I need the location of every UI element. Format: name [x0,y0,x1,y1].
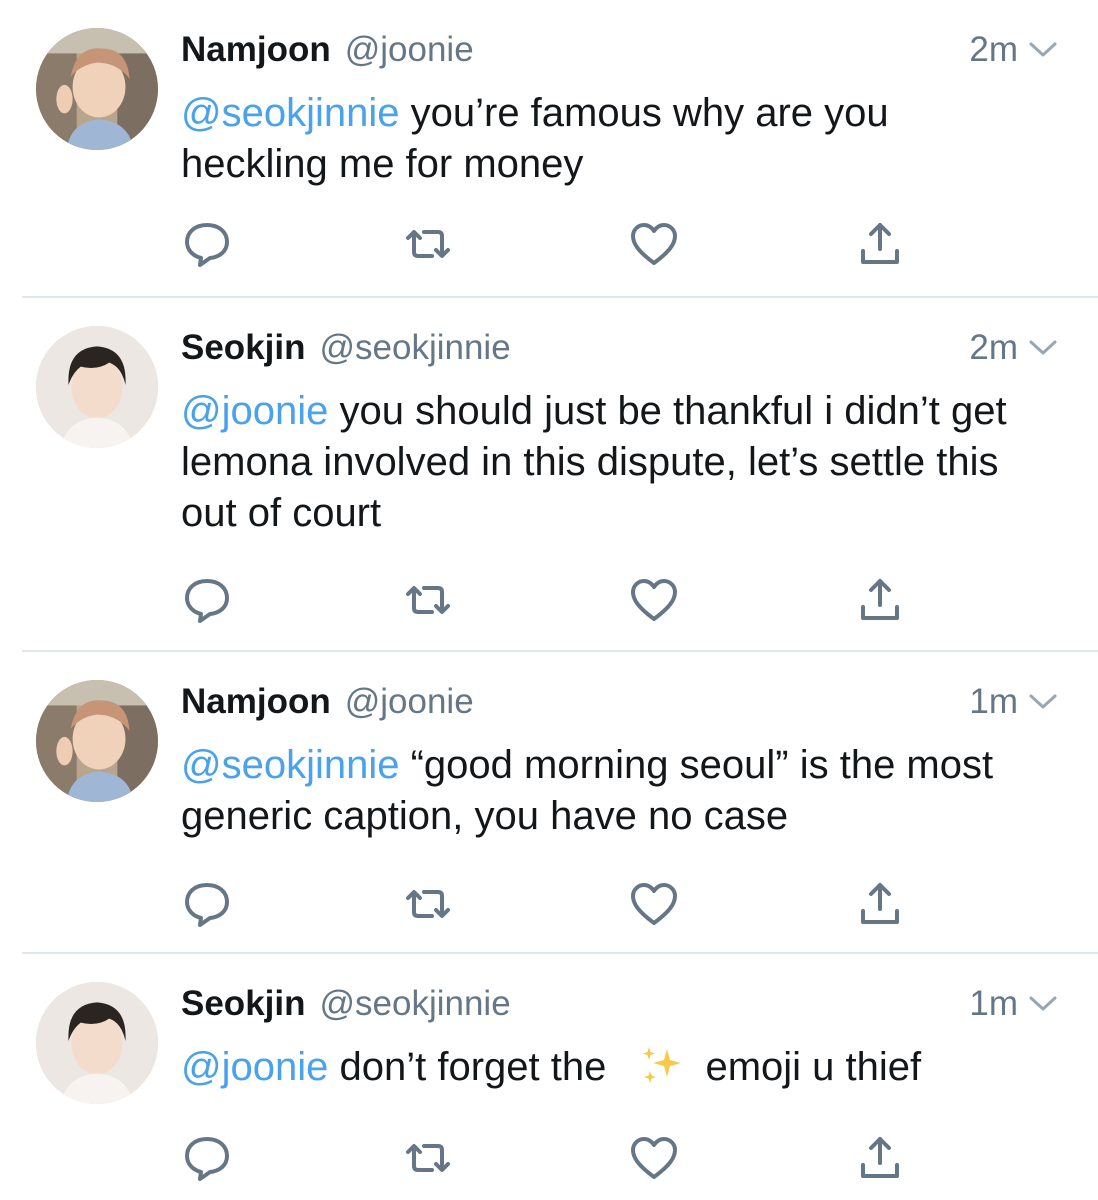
tweet-header: Namjoon @joonie 1m [181,678,1058,726]
tweet[interactable]: Seokjin @seokjinnie 1m @joonie don’t for… [0,954,1098,1200]
heart-icon [631,883,677,925]
chevron-down-icon[interactable] [1028,692,1058,712]
action-bar [181,220,958,268]
heart-icon [631,1137,677,1179]
reply-button[interactable] [181,220,233,268]
timestamp[interactable]: 1m [969,682,1018,722]
tweet-text: @joonie you should just be thankful i di… [181,386,1038,539]
sparkles-emoji [643,1047,682,1083]
tweet-feed: Namjoon @joonie 2m @seokjinnie you’re fa… [0,0,1098,1200]
tweet-body-text: don’t forget the [328,1045,618,1089]
seokjin-avatar-image [36,982,158,1104]
chevron-down-icon[interactable] [1028,40,1058,60]
retweet-button[interactable] [402,880,454,928]
tweet-header: Seokjin @seokjinnie 1m [181,980,1058,1028]
tweet-text: @seokjinnie “good morning seoul” is the … [181,740,1038,842]
avatar[interactable] [36,680,158,802]
timestamp-group: 2m [969,328,1058,368]
tweet-header: Seokjin @seokjinnie 2m [181,324,1058,372]
namjoon-avatar-image [36,28,158,150]
share-button[interactable] [854,880,906,928]
action-bar [181,880,958,928]
reply-button[interactable] [181,576,233,624]
share-icon [861,883,899,924]
like-button[interactable] [628,1134,680,1182]
share-icon [861,579,899,620]
display-name[interactable]: Namjoon [181,682,331,722]
retweet-icon [406,1144,450,1172]
action-bar [181,1134,958,1182]
timestamp[interactable]: 2m [969,328,1018,368]
retweet-button[interactable] [402,576,454,624]
display-name[interactable]: Namjoon [181,30,331,70]
tweet-body-text-end: emoji u thief [705,1045,922,1089]
tweet-text: @joonie don’t forget the emoji u thief [181,1042,1038,1093]
display-name[interactable]: Seokjin [181,984,305,1024]
seokjin-avatar-image [36,326,158,448]
share-button[interactable] [854,1134,906,1182]
reply-icon [185,883,229,927]
like-button[interactable] [628,576,680,624]
retweet-icon [406,586,450,614]
namjoon-avatar-image [36,680,158,802]
username[interactable]: @joonie [345,682,474,722]
share-button[interactable] [854,220,906,268]
action-bar [181,576,958,624]
tweet[interactable]: Seokjin @seokjinnie 2m @joonie you shoul… [0,298,1098,652]
timestamp-group: 2m [969,30,1058,70]
timestamp[interactable]: 2m [969,30,1018,70]
mention-link[interactable]: @seokjinnie [181,91,400,135]
tweet-header: Namjoon @joonie 2m [181,26,1058,74]
display-name[interactable]: Seokjin [181,328,305,368]
username[interactable]: @seokjinnie [319,328,510,368]
reply-button[interactable] [181,880,233,928]
username[interactable]: @seokjinnie [319,984,510,1024]
timestamp-group: 1m [969,984,1058,1024]
retweet-button[interactable] [402,1134,454,1182]
avatar[interactable] [36,326,158,448]
reply-icon [185,1137,229,1181]
mention-link[interactable]: @seokjinnie [181,743,400,787]
tweet-text: @seokjinnie you’re famous why are you he… [181,88,1038,190]
heart-icon [631,579,677,621]
retweet-icon [406,230,450,258]
reply-icon [185,579,229,623]
share-button[interactable] [854,576,906,624]
avatar[interactable] [36,982,158,1104]
chevron-down-icon[interactable] [1028,994,1058,1014]
tweet[interactable]: Namjoon @joonie 2m @seokjinnie you’re fa… [0,0,1098,298]
chevron-down-icon[interactable] [1028,338,1058,358]
mention-link[interactable]: @joonie [181,389,328,433]
timestamp-group: 1m [969,682,1058,722]
avatar[interactable] [36,28,158,150]
share-icon [861,1137,899,1178]
like-button[interactable] [628,880,680,928]
share-icon [861,223,899,264]
timestamp[interactable]: 1m [969,984,1018,1024]
retweet-button[interactable] [402,220,454,268]
reply-icon [185,223,229,267]
retweet-icon [406,890,450,918]
username[interactable]: @joonie [345,30,474,70]
heart-icon [631,223,677,265]
like-button[interactable] [628,220,680,268]
mention-link[interactable]: @joonie [181,1045,328,1089]
tweet[interactable]: Namjoon @joonie 1m @seokjinnie “good mor… [0,652,1098,954]
reply-button[interactable] [181,1134,233,1182]
